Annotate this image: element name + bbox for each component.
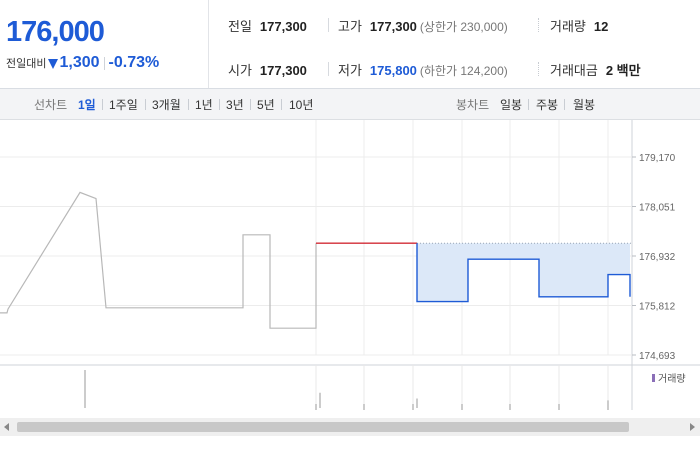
y-tick-label: 178,051 (639, 203, 676, 214)
stat-label: 전일 (228, 19, 252, 34)
tab-monthly-candle[interactable]: 월봉 (573, 96, 595, 113)
divider (538, 18, 540, 32)
tab-1w[interactable]: 1주일 (109, 96, 138, 113)
y-tick-label: 179,170 (639, 153, 676, 164)
stat-value: 177,300 (259, 63, 307, 78)
stat-volume: 거래량 12 (550, 16, 608, 35)
divider (250, 99, 251, 110)
price-chart: 179,170 178,051 176,932 175,812 174,693 거래량 (0, 120, 700, 450)
stat-trade-value: 거래대금 2 백만 (550, 60, 641, 79)
divider (281, 99, 282, 110)
y-tick-label: 175,812 (639, 302, 676, 313)
series-previous-day (0, 191, 317, 329)
scroll-left-icon[interactable] (4, 423, 9, 431)
divider (102, 99, 103, 110)
stat-value: 2 백만 (605, 63, 641, 78)
volume-legend-swatch (652, 374, 655, 382)
change-percent: -0.73% (108, 54, 160, 71)
divider (528, 99, 529, 110)
divider (564, 99, 565, 110)
chart-tab-bar: 선차트 1일 1주일 3개월 1년 3년 5년 10년 봉차트 일봉 주봉 월봉 (0, 89, 700, 120)
tab-1y[interactable]: 1년 (195, 96, 213, 113)
stat-prev-close: 전일 177,300 (228, 16, 307, 35)
tab-3m[interactable]: 3개월 (152, 96, 181, 113)
change-label: 전일대비 (6, 58, 47, 70)
candle-chart-title: 봉차트 (456, 98, 490, 112)
stat-open: 시가 177,300 (228, 60, 307, 79)
series-today-down-area (417, 243, 630, 302)
volume-legend-label: 거래량 (658, 373, 686, 385)
tab-daily-candle[interactable]: 일봉 (500, 96, 522, 113)
change-row: 전일대비 1,300 -0.73% (6, 54, 159, 72)
stat-label: 고가 (338, 19, 362, 34)
divider (145, 99, 146, 110)
divider (188, 99, 189, 110)
down-arrow-icon (48, 58, 59, 69)
tab-1d[interactable]: 1일 (78, 96, 96, 113)
chart-scrollbar[interactable] (0, 418, 700, 436)
stat-label: 거래량 (550, 19, 586, 34)
stat-label: 저가 (338, 63, 362, 78)
y-tick-label: 176,932 (639, 252, 676, 263)
divider (219, 99, 220, 110)
divider (538, 62, 540, 76)
y-tick-label: 174,693 (639, 351, 676, 362)
stat-label: 시가 (228, 63, 252, 78)
stat-value: 177,300 (259, 19, 307, 34)
tab-3y[interactable]: 3년 (226, 96, 244, 113)
tab-10y[interactable]: 10년 (289, 96, 313, 113)
upper-limit: (상한가 230,000) (419, 20, 508, 34)
change-amount: 1,300 (59, 54, 100, 71)
stat-label: 거래대금 (550, 63, 598, 78)
divider (103, 57, 105, 71)
stat-value: 12 (593, 19, 609, 34)
price-summary-panel: 176,000 전일대비 1,300 -0.73% 전일 177,300 고가 177,… (0, 0, 700, 89)
stat-value: 175,800 (369, 63, 417, 78)
divider (328, 18, 329, 32)
lower-limit: (하한가 124,200) (419, 64, 508, 78)
price-chart-svg: 179,170 178,051 176,932 175,812 174,693 거래량 (0, 120, 700, 410)
tab-weekly-candle[interactable]: 주봉 (536, 96, 558, 113)
stat-value: 177,300 (369, 19, 417, 34)
line-chart-title: 선차트 (34, 98, 68, 112)
current-price: 176,000 (6, 16, 105, 48)
divider (328, 62, 329, 76)
stat-low: 저가 175,800 (하한가 124,200) (338, 60, 508, 79)
scroll-thumb[interactable] (17, 422, 629, 432)
current-price-box: 176,000 전일대비 1,300 -0.73% (0, 0, 209, 88)
scroll-right-icon[interactable] (690, 423, 695, 431)
stat-high: 고가 177,300 (상한가 230,000) (338, 16, 508, 35)
tab-5y[interactable]: 5년 (257, 96, 275, 113)
